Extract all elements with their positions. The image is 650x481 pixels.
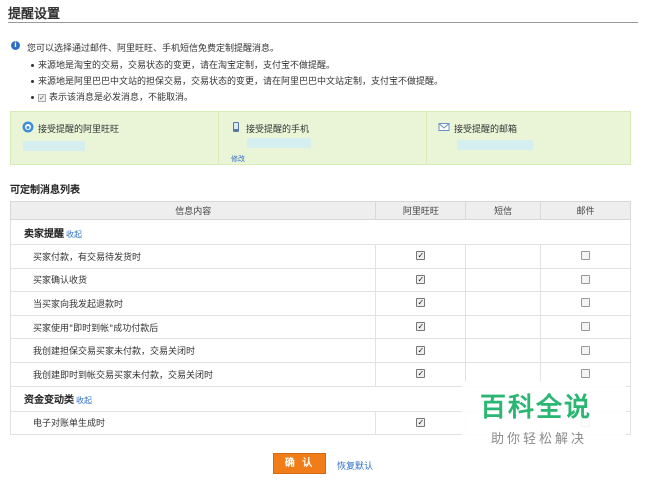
email-checkbox[interactable] (581, 298, 591, 308)
wangwang-checkbox[interactable]: ✓ (416, 274, 426, 284)
receiver-email: 接受提醒的邮箱 (427, 112, 632, 164)
header-content: 信息内容 (9, 201, 377, 220)
wangwang-label: 接受提醒的阿里旺旺 (38, 125, 120, 135)
wangwang-checkbox[interactable]: ✓ (416, 369, 426, 379)
intro-text: 您可以选择通过邮件、阿里旺旺、手机短信免费定制提醒消息。 (27, 44, 280, 54)
intro-bullet-1: 来源地是淘宝的交易，交易状态的变更，请在淘宝定制，支付宝不做提醒。 (31, 58, 335, 71)
email-checkbox[interactable] (581, 369, 591, 379)
wangwang-icon (22, 121, 34, 133)
email-value-blurred (457, 140, 533, 150)
wangwang-checkbox[interactable]: ✓ (416, 322, 426, 332)
message-list-title: 可定制消息列表 (10, 185, 80, 196)
wangwang-cell: ✓ (375, 338, 467, 363)
required-note: 表示该消息是必发消息，不能取消。 (49, 93, 194, 103)
sms-cell (465, 338, 542, 363)
email-checkbox[interactable] (581, 251, 591, 261)
phone-edit-link[interactable]: 修改 (231, 154, 245, 164)
table-row: 买家使用"即时到帐"成功付款后 ✓ (9, 314, 631, 340)
email-cell (540, 291, 631, 316)
phone-label: 接受提醒的手机 (246, 125, 310, 135)
mail-icon (438, 123, 450, 131)
wangwang-checkbox[interactable]: ✓ (416, 417, 426, 427)
header-email: 邮件 (540, 201, 631, 220)
wangwang-cell: ✓ (375, 244, 467, 269)
row-label: 电子对账单生成时 (9, 410, 377, 436)
watermark-title: 百科全说 (480, 393, 593, 423)
info-icon: i (11, 41, 20, 50)
table-row: 买家确认收货 ✓ (9, 267, 631, 293)
row-label: 买家使用"即时到帐"成功付款后 (9, 314, 377, 340)
wangwang-cell: ✓ (375, 267, 467, 293)
group-row-seller: 卖家提醒 收起 (10, 219, 631, 245)
phone-value-blurred (247, 138, 311, 148)
confirm-button[interactable]: 确 认 (273, 453, 326, 474)
row-label: 我创建即时到帐交易买家未付款，交易关闭时 (9, 361, 377, 387)
receiver-wangwang: 接受提醒的阿里旺旺 (11, 112, 218, 164)
group-seller-cell: 卖家提醒 收起 (10, 219, 631, 245)
row-label: 买家付款，有交易待发货时 (9, 244, 377, 269)
watermark-subtitle: 助你轻松解决 (491, 432, 588, 447)
group-funds-title: 资金变动类 (24, 395, 74, 407)
intro-bullet-3: ✓ 表示该消息是必发消息，不能取消。 (31, 90, 193, 103)
intro-bullet-1-text: 来源地是淘宝的交易，交易状态的变更，请在淘宝定制，支付宝不做提醒。 (38, 61, 336, 71)
table-header: 信息内容 阿里旺旺 短信 邮件 (9, 201, 631, 220)
required-check-icon: ✓ (38, 93, 46, 102)
wangwang-cell: ✓ (375, 410, 467, 436)
group-funds-collapse-link[interactable]: 收起 (76, 396, 92, 405)
row-label: 买家确认收货 (9, 267, 377, 293)
intro-bullet-2-text: 来源地是阿里巴巴中文站的担保交易，交易状态的变更，请在阿里巴巴中文站定制，支付宝… (38, 77, 444, 87)
receiver-panel: 接受提醒的阿里旺旺 接受提醒的手机 修改 接受提醒的邮箱 (10, 111, 631, 165)
phone-icon (233, 122, 239, 132)
wangwang-value-blurred (23, 141, 85, 151)
email-cell (540, 267, 631, 293)
group-seller-collapse-link[interactable]: 收起 (66, 230, 82, 239)
restore-default-link[interactable]: 恢复默认 (337, 459, 373, 472)
wangwang-cell: ✓ (375, 291, 467, 316)
row-label: 我创建担保交易买家未付款，交易关闭时 (9, 338, 377, 363)
sms-cell (465, 291, 542, 316)
email-checkbox[interactable] (581, 274, 591, 284)
receiver-phone: 接受提醒的手机 修改 (219, 112, 426, 164)
wangwang-checkbox[interactable]: ✓ (416, 251, 426, 261)
wangwang-cell: ✓ (375, 361, 467, 387)
table-row: 买家付款，有交易待发货时 ✓ (9, 244, 631, 269)
title-divider (8, 22, 638, 23)
sms-cell (465, 244, 542, 269)
sms-cell (465, 314, 542, 340)
email-cell (540, 338, 631, 363)
email-cell (540, 314, 631, 340)
group-seller-title: 卖家提醒 (24, 228, 64, 240)
wangwang-checkbox[interactable]: ✓ (416, 298, 426, 308)
email-checkbox[interactable] (581, 345, 591, 355)
email-checkbox[interactable] (581, 322, 591, 332)
email-label: 接受提醒的邮箱 (454, 125, 518, 135)
table-row: 我创建担保交易买家未付款，交易关闭时 ✓ (9, 338, 631, 363)
sms-cell (465, 267, 542, 293)
wangwang-cell: ✓ (375, 314, 467, 340)
row-label: 当买家向我发起退款时 (9, 291, 377, 316)
intro-bullet-2: 来源地是阿里巴巴中文站的担保交易，交易状态的变更，请在阿里巴巴中文站定制，支付宝… (31, 74, 443, 87)
email-cell (540, 244, 631, 269)
header-sms: 短信 (465, 201, 542, 220)
header-wangwang: 阿里旺旺 (375, 201, 467, 220)
wangwang-checkbox[interactable]: ✓ (416, 345, 426, 355)
table-row: 当买家向我发起退款时 ✓ (9, 291, 631, 316)
page-title: 提醒设置 (8, 7, 61, 22)
